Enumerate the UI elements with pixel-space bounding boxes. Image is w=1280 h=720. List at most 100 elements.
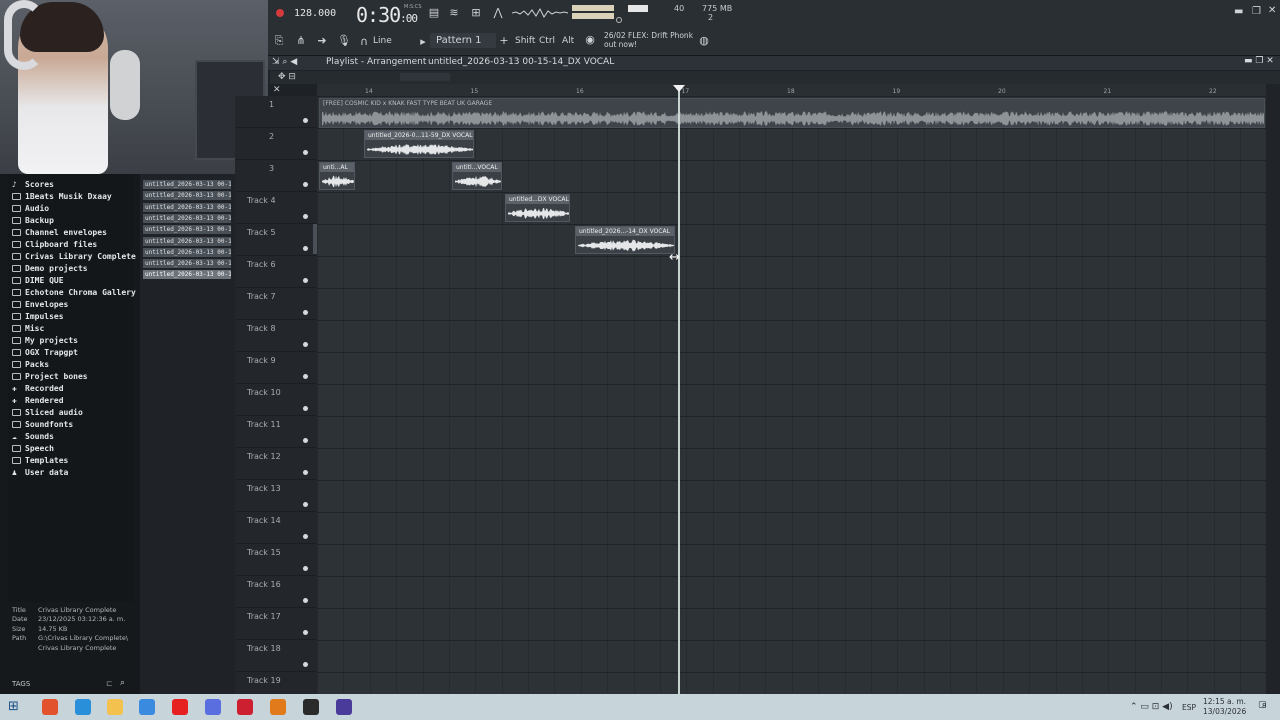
brave-browser-icon[interactable] — [42, 699, 58, 715]
track-mute-led[interactable] — [303, 662, 308, 667]
ctrl-modifier-button[interactable]: Ctrl — [539, 36, 555, 46]
mic-icon[interactable]: 🎙 — [336, 34, 352, 47]
track-mute-led[interactable] — [303, 374, 308, 379]
audio-clip[interactable]: untitled_2026...-14_DX VOCAL — [575, 226, 675, 254]
master-pitch-bar[interactable] — [572, 13, 614, 19]
playlist-toggle-icon[interactable]: ⎘ — [271, 34, 287, 48]
tray-language[interactable]: ESP — [1182, 703, 1196, 712]
recent-file-item[interactable]: untitled_2026-03-13 00-12 — [143, 202, 231, 212]
track-mute-led[interactable] — [303, 246, 308, 251]
news-icon[interactable]: ◉ — [582, 33, 598, 46]
mixer-icon[interactable]: ⋔ — [293, 34, 309, 47]
track-header[interactable]: 1 — [235, 96, 317, 128]
recent-file-item[interactable]: untitled_2026-03-13 00-14 — [143, 225, 231, 235]
browser-item[interactable]: Channel envelopes — [12, 226, 107, 238]
browser-item[interactable]: Echotone Chroma Gallery — [12, 286, 136, 298]
track-mute-led[interactable] — [303, 310, 308, 315]
track-header[interactable]: Track 9 — [235, 352, 317, 384]
typing-keyboard-icon[interactable]: ▤ — [426, 6, 442, 19]
browser-item[interactable]: Backup — [12, 214, 54, 226]
play-pattern-icon[interactable]: ▸ — [415, 35, 431, 48]
track-mute-led[interactable] — [303, 214, 308, 219]
alt-modifier-button[interactable]: Alt — [562, 36, 574, 46]
playlist-breadcrumb[interactable]: untitled_2026-03-13 00-15-14_DX VOCAL — [428, 57, 614, 67]
file-explorer-icon[interactable] — [107, 699, 123, 715]
metronome-icon[interactable]: ⋀ — [490, 6, 506, 19]
browser-item[interactable]: OGX Trapgpt — [12, 346, 78, 358]
track-header[interactable]: Track 4 — [235, 192, 317, 224]
app-purple-icon[interactable] — [336, 699, 352, 715]
recent-file-item[interactable]: untitled_2026-03-13 00-14 — [143, 247, 231, 257]
playlist-tools[interactable]: ⇲ ⌕ ◀ — [272, 57, 297, 67]
browser-item[interactable]: 1Beats Musik Dxaay — [12, 190, 112, 202]
browser-item[interactable]: Project bones — [12, 370, 88, 382]
arrow-right-icon[interactable]: ➜ — [314, 34, 330, 47]
browser-item[interactable]: ♪ Scores — [12, 178, 54, 190]
recent-file-item[interactable]: untitled_2026-03-13 00-15 — [143, 270, 231, 280]
recent-file-item[interactable]: untitled_2026-03-13 00-13 — [143, 213, 231, 223]
recent-file-item[interactable]: untitled_2026-03-13 00-11 — [143, 180, 231, 189]
track-header[interactable]: Track 17 — [235, 608, 317, 640]
shift-modifier-button[interactable]: Shift — [515, 36, 535, 46]
playhead-line[interactable] — [678, 86, 680, 694]
minimize-icon[interactable]: ▬ — [1234, 6, 1243, 17]
online-globe-icon[interactable]: ◍ — [696, 34, 712, 47]
track-header[interactable]: Track 16 — [235, 576, 317, 608]
tags-label[interactable]: TAGS — [12, 680, 30, 688]
track-mute-led[interactable] — [303, 182, 308, 187]
track-mute-led[interactable] — [303, 406, 308, 411]
snap-selector[interactable]: Line — [373, 36, 392, 46]
tray-icons[interactable]: ⌃ ▭ ⊡ ◀) — [1130, 702, 1173, 712]
track-header[interactable]: Track 18 — [235, 640, 317, 672]
recent-file-item[interactable]: untitled_2026-03-13 00-14 — [143, 259, 231, 269]
store-icon[interactable] — [139, 699, 155, 715]
search-icon[interactable]: ⌕ — [120, 678, 125, 688]
browser-item[interactable]: Packs — [12, 358, 49, 370]
browser-item[interactable]: Soundfonts — [12, 418, 73, 430]
close-small-icon[interactable]: ✕ — [273, 85, 281, 95]
track-header[interactable]: Track 12 — [235, 448, 317, 480]
add-pattern-icon[interactable]: + — [496, 34, 512, 47]
obs-icon[interactable] — [303, 699, 319, 715]
audio-clip[interactable]: untitled...DX VOCAL — [505, 194, 570, 222]
countdown-icon[interactable]: ⊞ — [468, 6, 484, 19]
track-header[interactable]: Track 15 — [235, 544, 317, 576]
track-mute-led[interactable] — [303, 470, 308, 475]
app-blue-icon[interactable] — [75, 699, 91, 715]
browser-item[interactable]: Impulses — [12, 310, 64, 322]
browser-item[interactable]: Crivas Library Complete — [12, 250, 136, 262]
news-panel[interactable]: 26/02 FLEX: Drift Phonk out now! — [604, 31, 693, 49]
playhead-marker[interactable] — [673, 85, 685, 92]
browser-item[interactable]: Sliced audio — [12, 406, 83, 418]
windows-start-icon[interactable]: ⊞ — [8, 699, 24, 715]
record-button[interactable] — [276, 9, 284, 17]
track-mute-led[interactable] — [303, 438, 308, 443]
step-edit-icon[interactable]: ≋ — [446, 6, 462, 19]
track-header[interactable]: 3 — [235, 160, 317, 192]
tray-date[interactable]: 13/03/2026 — [1203, 707, 1246, 716]
track-mute-led[interactable] — [303, 502, 308, 507]
browser-item[interactable]: ✚ Rendered — [12, 394, 64, 406]
track-header[interactable]: Track 5 — [235, 224, 317, 256]
audio-clip[interactable]: unti...AL — [319, 162, 355, 190]
timeline-ruler[interactable]: 14 15 16 17 18 19 20 21 22 — [317, 84, 1266, 96]
discord-icon[interactable] — [205, 699, 221, 715]
youtube-icon[interactable] — [172, 699, 188, 715]
track-mute-led[interactable] — [303, 278, 308, 283]
track-header[interactable]: Track 8 — [235, 320, 317, 352]
browser-item[interactable]: ♟ User data — [12, 466, 68, 478]
browser-item[interactable]: Clipboard files — [12, 238, 97, 250]
playlist-grid[interactable]: [FREE] COSMIC KID x KNAK FAST TYPE BEAT … — [317, 96, 1266, 694]
track-mute-led[interactable] — [303, 566, 308, 571]
browser-item[interactable]: DIME QUE — [12, 274, 64, 286]
track-header[interactable]: Track 7 — [235, 288, 317, 320]
fl-studio-icon[interactable] — [270, 699, 286, 715]
recent-file-item[interactable]: untitled_2026-03-13 00-11 — [143, 191, 231, 201]
audio-clip[interactable]: untitled_2026-0...11-59_DX VOCAL — [364, 130, 474, 158]
tag-folder-icon[interactable]: ⊏ — [106, 679, 113, 688]
browser-item[interactable]: ✚ Recorded — [12, 382, 64, 394]
overview-scroller[interactable] — [400, 73, 450, 81]
browser-item[interactable]: Envelopes — [12, 298, 68, 310]
close-icon[interactable]: ✕ — [1268, 5, 1276, 16]
tempo-display[interactable]: 128.000 — [294, 8, 336, 19]
